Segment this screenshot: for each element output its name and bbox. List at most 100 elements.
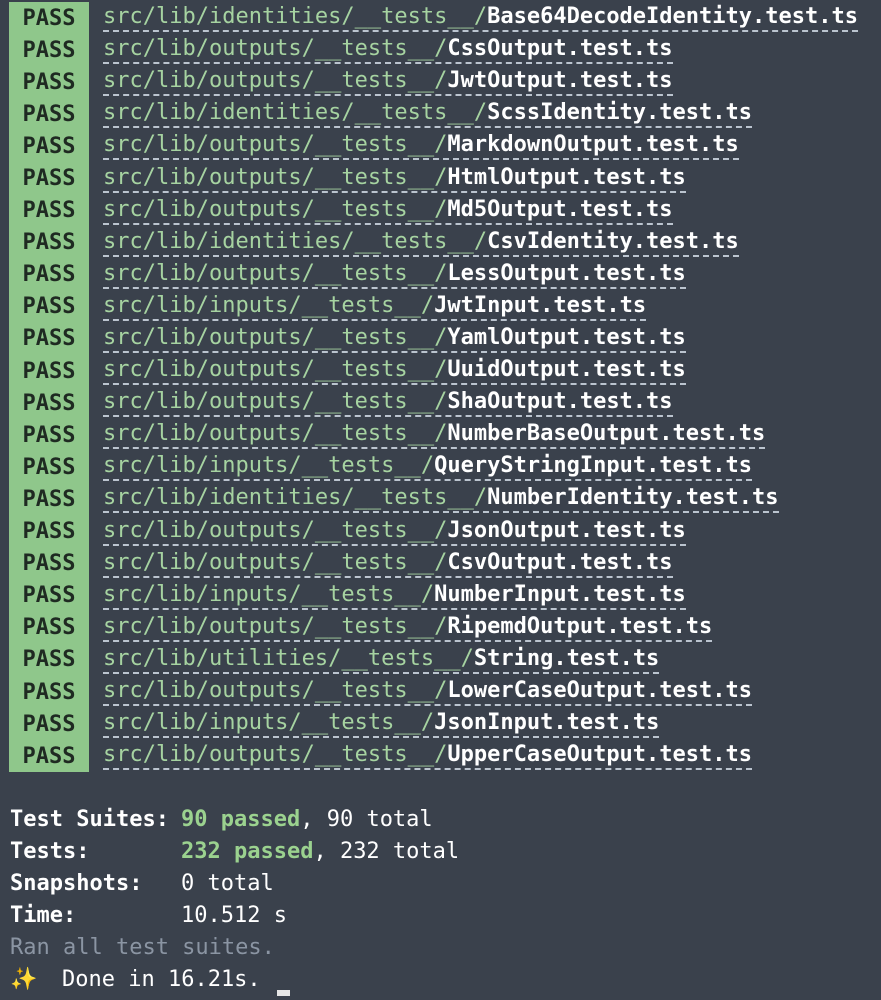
test-result-row: PASS src/lib/outputs/__tests__/ShaOutput.… <box>0 387 881 420</box>
test-file-dir: src/lib/outputs/__tests__/ <box>103 421 448 447</box>
terminal-cursor <box>276 989 290 996</box>
summary-label: Snapshots: <box>10 871 143 897</box>
pass-badge: PASS <box>9 483 89 516</box>
test-file-dir: src/lib/identities/__tests__/ <box>103 485 488 511</box>
test-file-link[interactable]: src/lib/outputs/__tests__/YamlOutput.tes… <box>103 325 686 353</box>
test-file-link[interactable]: src/lib/outputs/__tests__/JwtOutput.test… <box>103 68 673 97</box>
test-file-name: NumberIdentity.test.ts <box>487 485 779 511</box>
test-file-link[interactable]: src/lib/outputs/__tests__/JsonOutput.tes… <box>103 518 686 546</box>
pass-badge: PASS <box>9 322 89 356</box>
terminal-window[interactable]: PASS src/lib/identities/__tests__/Base64D… <box>0 0 881 1000</box>
test-file-name: Base64DecodeIdentity.test.ts <box>487 4 858 30</box>
summary-label: Test Suites: <box>10 807 169 832</box>
test-result-row: PASS src/lib/inputs/__tests__/QueryString… <box>0 451 881 484</box>
pass-badge: PASS <box>9 387 89 420</box>
test-file-dir: src/lib/outputs/__tests__/ <box>103 164 448 190</box>
pass-badge: PASS <box>9 708 89 741</box>
test-file-link[interactable]: src/lib/inputs/__tests__/JwtInput.test.t… <box>103 292 647 321</box>
test-file-dir: src/lib/inputs/__tests__/ <box>103 581 435 607</box>
test-file-link[interactable]: src/lib/outputs/__tests__/UpperCaseOutpu… <box>103 742 753 771</box>
test-result-row: PASS src/lib/inputs/__tests__/JwtInput.te… <box>0 290 881 323</box>
pass-badge: PASS <box>9 611 89 644</box>
test-result-row: PASS src/lib/outputs/__tests__/YamlOutput… <box>0 322 881 356</box>
pass-badge: PASS <box>9 675 89 709</box>
test-file-name: QueryStringInput.test.ts <box>434 453 753 479</box>
summary-label: Time: <box>10 903 77 929</box>
test-file-name: HtmlOutput.test.ts <box>447 164 686 190</box>
sparkles-icon: ✨ <box>10 967 38 993</box>
test-file-link[interactable]: src/lib/outputs/__tests__/UuidOutput.tes… <box>103 357 686 386</box>
pass-badge: PASS <box>9 643 89 676</box>
test-result-row: PASS src/lib/inputs/__tests__/NumberInput… <box>0 579 881 612</box>
test-file-link[interactable]: src/lib/outputs/__tests__/MarkdownOutput… <box>103 132 739 161</box>
test-file-link[interactable]: src/lib/outputs/__tests__/NumberBaseOutp… <box>103 421 766 450</box>
pass-badge: PASS <box>9 34 89 67</box>
test-result-row: PASS src/lib/outputs/__tests__/LessOutput… <box>0 258 881 291</box>
test-file-link[interactable]: src/lib/identities/__tests__/CsvIdentity… <box>103 229 739 257</box>
test-file-link[interactable]: src/lib/outputs/__tests__/RipemdOutput.t… <box>103 613 713 642</box>
test-file-link[interactable]: src/lib/identities/__tests__/NumberIdent… <box>103 485 779 514</box>
test-file-dir: src/lib/inputs/__tests__/ <box>103 710 435 736</box>
test-result-row: PASS src/lib/outputs/__tests__/JsonOutput… <box>0 515 881 548</box>
test-file-link[interactable]: src/lib/utilities/__tests__/String.test.… <box>103 645 660 674</box>
test-result-row: PASS src/lib/outputs/__tests__/CsvOutput.… <box>0 547 881 580</box>
test-file-link[interactable]: src/lib/outputs/__tests__/LowerCaseOutpu… <box>103 678 753 707</box>
test-file-link[interactable]: src/lib/inputs/__tests__/NumberInput.tes… <box>103 582 686 610</box>
test-file-dir: src/lib/utilities/__tests__/ <box>103 645 474 671</box>
snapshots-value: 0 total <box>181 871 274 897</box>
test-file-name: ShaOutput.test.ts <box>447 389 673 415</box>
summary-test-suites: Test Suites: 90 passed , 90 total <box>10 804 459 836</box>
test-file-link[interactable]: src/lib/outputs/__tests__/Md5Output.test… <box>103 197 673 225</box>
test-file-link[interactable]: src/lib/inputs/__tests__/JsonInput.test.… <box>103 710 660 739</box>
pass-badge: PASS <box>9 547 89 580</box>
pass-badge: PASS <box>9 66 89 99</box>
summary-label: Tests: <box>10 839 90 865</box>
ran-all-message: Ran all test suites. <box>10 932 459 964</box>
test-result-row: PASS src/lib/identities/__tests__/Base64D… <box>0 2 881 35</box>
tests-passed-count: 232 passed <box>181 839 314 865</box>
test-file-name: LessOutput.test.ts <box>447 260 686 286</box>
test-result-row: PASS src/lib/utilities/__tests__/String.t… <box>0 643 881 676</box>
test-file-dir: src/lib/outputs/__tests__/ <box>103 324 448 350</box>
pass-badge: PASS <box>9 290 89 323</box>
test-file-link[interactable]: src/lib/outputs/__tests__/LessOutput.tes… <box>103 261 686 289</box>
pass-badge: PASS <box>9 515 89 548</box>
done-text: Done in 16.21s. <box>62 967 261 993</box>
test-result-row: PASS src/lib/identities/__tests__/CsvIden… <box>0 226 881 259</box>
test-file-dir: src/lib/identities/__tests__/ <box>103 4 488 30</box>
pass-badge: PASS <box>9 226 89 259</box>
pass-badge: PASS <box>9 98 89 131</box>
test-file-name: UpperCaseOutput.test.ts <box>447 742 753 768</box>
suites-total-count: , 90 total <box>300 807 433 832</box>
test-file-link[interactable]: src/lib/outputs/__tests__/HtmlOutput.tes… <box>103 165 686 193</box>
test-summary: Test Suites: 90 passed , 90 total Tests:… <box>10 804 459 997</box>
test-file-dir: src/lib/outputs/__tests__/ <box>103 132 448 158</box>
test-file-dir: src/lib/outputs/__tests__/ <box>103 613 448 639</box>
summary-snapshots: Snapshots: 0 total <box>10 868 459 900</box>
test-file-link[interactable]: src/lib/identities/__tests__/ScssIdentit… <box>103 100 753 129</box>
test-file-dir: src/lib/inputs/__tests__/ <box>103 292 435 318</box>
test-file-link[interactable]: src/lib/identities/__tests__/Base64Decod… <box>103 4 858 33</box>
test-file-link[interactable]: src/lib/inputs/__tests__/QueryStringInpu… <box>103 453 753 482</box>
test-result-row: PASS src/lib/outputs/__tests__/UuidOutput… <box>0 355 881 388</box>
test-file-name: RipemdOutput.test.ts <box>447 613 713 639</box>
pass-badge: PASS <box>9 419 89 452</box>
test-result-row: PASS src/lib/outputs/__tests__/RipemdOutp… <box>0 611 881 644</box>
test-file-dir: src/lib/inputs/__tests__/ <box>103 453 435 479</box>
test-file-link[interactable]: src/lib/outputs/__tests__/ShaOutput.test… <box>103 389 673 418</box>
test-file-dir: src/lib/outputs/__tests__/ <box>103 196 448 222</box>
test-file-name: Md5Output.test.ts <box>447 196 673 222</box>
test-file-name: String.test.ts <box>473 645 660 671</box>
test-result-row: PASS src/lib/outputs/__tests__/NumberBase… <box>0 419 881 452</box>
pass-badge: PASS <box>9 194 89 227</box>
test-file-dir: src/lib/outputs/__tests__/ <box>103 260 448 286</box>
test-file-dir: src/lib/outputs/__tests__/ <box>103 549 448 575</box>
test-file-dir: src/lib/outputs/__tests__/ <box>103 36 448 62</box>
test-file-name: CsvIdentity.test.ts <box>487 228 739 254</box>
test-file-name: CsvOutput.test.ts <box>447 549 673 575</box>
test-file-link[interactable]: src/lib/outputs/__tests__/CsvOutput.test… <box>103 550 673 578</box>
summary-time: Time: 10.512 s <box>10 900 459 932</box>
test-file-link[interactable]: src/lib/outputs/__tests__/CssOutput.test… <box>103 36 673 65</box>
suites-passed-count: 90 passed <box>181 807 301 832</box>
test-file-name: YamlOutput.test.ts <box>447 324 686 350</box>
